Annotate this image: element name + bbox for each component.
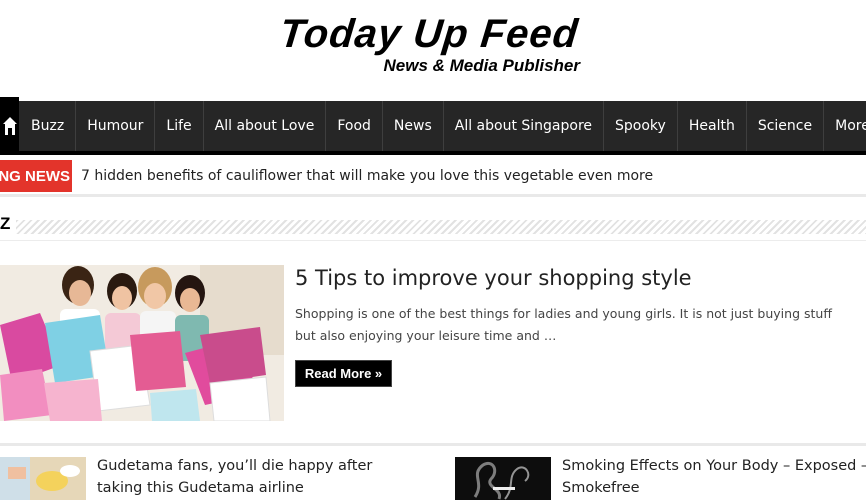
home-icon [2, 117, 17, 135]
nav-item-news[interactable]: News [383, 101, 444, 151]
nav-item-more-label: More [835, 118, 866, 134]
site-title: Today Up Feed [277, 12, 581, 56]
nav-item-buzz[interactable]: Buzz [20, 101, 77, 151]
nav-item-more[interactable]: More [824, 101, 866, 151]
post-thumbnail[interactable] [455, 457, 551, 500]
nav-item-all-about-love[interactable]: All about Love [204, 101, 327, 151]
post-title[interactable]: Gudetama fans, you’ll die happy after ta… [97, 455, 417, 499]
breaking-news-headline[interactable]: 7 hidden benefits of cauliflower that wi… [81, 168, 653, 184]
gudetama-image [0, 457, 86, 500]
featured-post-title[interactable]: 5 Tips to improve your shopping style [295, 266, 692, 290]
post-thumbnail[interactable] [0, 457, 86, 500]
nav-item-life[interactable]: Life [155, 101, 204, 151]
nav-item-spooky[interactable]: Spooky [604, 101, 678, 151]
nav-item-science[interactable]: Science [747, 101, 825, 151]
section-title[interactable]: Z [0, 214, 10, 234]
section-divider [0, 240, 866, 241]
nav-item-all-about-singapore[interactable]: All about Singapore [444, 101, 605, 151]
nav-item-health[interactable]: Health [678, 101, 747, 151]
featured-post-image[interactable] [0, 265, 284, 421]
site-tagline: News & Media Publisher [383, 56, 581, 75]
nav-item-humour[interactable]: Humour [76, 101, 156, 151]
breaking-news-label-text: KING NEWS [0, 167, 70, 185]
site-logo[interactable]: Today Up Feed News & Media Publisher [277, 12, 590, 82]
section-header: Z [0, 214, 866, 240]
post-title[interactable]: Smoking Effects on Your Body – Exposed –… [562, 455, 866, 499]
nav-item-food[interactable]: Food [326, 101, 383, 151]
main-nav: Buzz Humour Life All about Love Food New… [0, 97, 866, 155]
post-title-line: Smoking Effects on Your Body – Exposed –… [562, 458, 866, 474]
read-more-button[interactable]: Read More » [295, 360, 392, 387]
featured-post-excerpt: Shopping is one of the best things for l… [295, 306, 832, 343]
home-button[interactable] [0, 97, 19, 155]
breaking-news-label: KING NEWS [0, 160, 72, 192]
breaking-news-bar: KING NEWS 7 hidden benefits of cauliflow… [0, 160, 866, 197]
shopping-girls-image [0, 265, 284, 421]
section-stripes [16, 220, 866, 234]
post-title-line: Smokefree [562, 480, 640, 496]
smoking-image [455, 457, 551, 500]
content-divider [0, 443, 866, 446]
